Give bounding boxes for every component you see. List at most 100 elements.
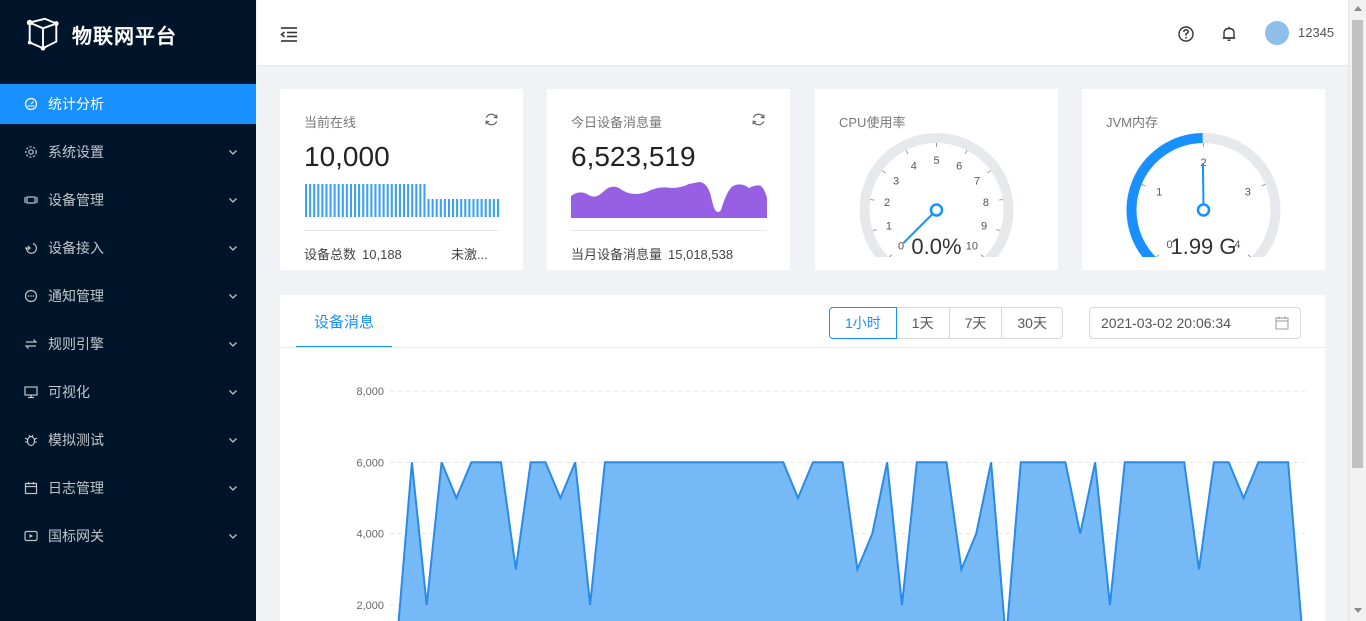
gauge-tick	[905, 150, 909, 155]
sidebar-item-label: 规则引擎	[48, 336, 104, 352]
time-range-selector: 1小时 1天 7天 30天	[829, 307, 1063, 339]
online-count: 10,000	[304, 141, 390, 172]
sidebar-item-2[interactable]: 设备管理	[0, 180, 256, 220]
range-button-1[interactable]: 1天	[895, 307, 950, 339]
sidebar-item-0[interactable]: 统计分析	[0, 84, 256, 124]
mini-bar	[337, 184, 340, 217]
card-title: 当前在线	[304, 115, 357, 130]
divider	[571, 230, 766, 231]
range-button-0[interactable]: 1小时	[829, 307, 897, 339]
inactive-label: 未激...	[451, 247, 488, 262]
month-messages-label: 当月设备消息量	[571, 247, 663, 262]
mini-bar	[398, 184, 401, 217]
gauge-tick-label: 3	[893, 176, 899, 188]
mini-bar	[464, 199, 467, 217]
sidebar-item-label: 可视化	[48, 384, 90, 400]
gauge-tick	[987, 170, 991, 174]
gauge-tick-label: 1	[1156, 187, 1162, 199]
month-messages-value: 15,018,538	[668, 247, 734, 262]
vertical-scrollbar[interactable]	[1348, 0, 1366, 621]
scroll-down-arrow-icon[interactable]	[1354, 608, 1362, 613]
sidebar-item-label: 日志管理	[48, 480, 104, 496]
mini-bar	[374, 184, 377, 217]
tab-device-messages[interactable]: 设备消息	[296, 295, 392, 348]
online-card: 当前在线 10,000 设备总数 10,188 未激...	[280, 89, 523, 270]
calendar-icon	[24, 482, 38, 495]
avatar[interactable]	[1265, 21, 1289, 45]
swap-icon	[24, 339, 38, 349]
sidebar: 物联网平台 统计分析系统设置设备管理设备接入通知管理规则引擎可视化模拟测试日志管…	[0, 0, 256, 621]
sidebar-item-4[interactable]: 通知管理	[0, 276, 256, 316]
date-picker[interactable]: 2021-03-02 20:06:34	[1089, 307, 1301, 339]
mini-bar	[390, 184, 393, 217]
sidebar-item-5[interactable]: 规则引擎	[0, 324, 256, 364]
device-messages-chart: 8,000 6,000 4,000 2,000	[356, 386, 1305, 621]
chevron-down-icon	[229, 534, 237, 539]
access-icon	[25, 242, 38, 254]
mini-bar	[349, 184, 352, 217]
mini-bar	[411, 184, 414, 217]
question-circle-icon[interactable]	[1177, 25, 1195, 43]
mini-bar	[439, 199, 442, 217]
cube-logo-icon	[26, 17, 59, 51]
date-value: 2021-03-02 20:06:34	[1101, 315, 1231, 331]
sidebar-item-3[interactable]: 设备接入	[0, 228, 256, 268]
mini-bar	[492, 199, 495, 217]
range-button-3[interactable]: 30天	[1001, 307, 1063, 339]
device-icon	[24, 196, 38, 204]
mini-bar	[305, 184, 308, 217]
mini-bar	[358, 184, 361, 217]
mini-bar	[394, 184, 397, 217]
mini-bar	[321, 184, 324, 217]
sidebar-menu: 统计分析系统设置设备管理设备接入通知管理规则引擎可视化模拟测试日志管理国标网关	[0, 84, 256, 556]
chevron-down-icon	[229, 150, 237, 155]
cpu-value: 0.0%	[911, 234, 962, 259]
mini-bar	[403, 184, 406, 217]
gauge-tick	[1141, 183, 1146, 187]
gauge-tick	[964, 150, 968, 155]
range-button-2[interactable]: 7天	[948, 307, 1003, 339]
mini-bar	[496, 199, 499, 217]
sidebar-item-7[interactable]: 模拟测试	[0, 420, 256, 460]
y-tick-label: 2,000	[356, 600, 384, 612]
mini-bar	[378, 184, 381, 217]
gauge-tick-label: 9	[981, 221, 987, 233]
sidebar-item-9[interactable]: 国标网关	[0, 516, 256, 556]
y-tick-label: 8,000	[356, 386, 384, 398]
calendar-icon	[1275, 316, 1289, 330]
bell-icon[interactable]	[1220, 25, 1238, 43]
username[interactable]: 12345	[1298, 25, 1334, 40]
mini-bar	[309, 184, 312, 217]
cpu-card: CPU使用率 0 1 2 3 4 5 6 7 8 9 10 0.0%	[815, 89, 1058, 270]
gauge-hub	[929, 203, 944, 217]
gauge-tick	[872, 228, 877, 232]
gauge-tick	[1261, 183, 1266, 187]
online-mini-bar-chart	[305, 184, 499, 217]
scroll-up-arrow-icon[interactable]	[1354, 6, 1362, 11]
mini-bar	[354, 184, 357, 217]
mini-bar	[407, 184, 410, 217]
sidebar-item-8[interactable]: 日志管理	[0, 468, 256, 508]
gauge-hub	[1196, 203, 1211, 217]
gauge-tick-label: 5	[933, 155, 939, 167]
mini-bar	[382, 184, 385, 217]
mini-bar	[419, 184, 422, 217]
menu-fold-icon[interactable]	[279, 24, 299, 44]
refresh-icon[interactable]	[484, 112, 499, 127]
area-fill	[397, 462, 1303, 621]
refresh-icon[interactable]	[751, 112, 766, 127]
mini-bar	[435, 199, 438, 217]
gauge-tick	[882, 170, 886, 174]
scroll-thumb[interactable]	[1352, 20, 1363, 468]
card-footer: 当月设备消息量 15,018,538	[571, 244, 733, 263]
mini-bar	[317, 184, 320, 217]
sidebar-item-1[interactable]: 系统设置	[0, 132, 256, 172]
sidebar-item-6[interactable]: 可视化	[0, 372, 256, 412]
device-messages-panel: 设备消息 1小时 1天 7天 30天 2021-03-02 20:06:34 8,00…	[280, 295, 1325, 621]
gauge-tick	[870, 199, 875, 201]
sidebar-item-label: 设备管理	[48, 192, 104, 208]
tab-divider	[280, 347, 1325, 348]
mini-bar	[447, 199, 450, 217]
logo[interactable]: 物联网平台	[0, 0, 256, 68]
mini-bar	[460, 199, 463, 217]
